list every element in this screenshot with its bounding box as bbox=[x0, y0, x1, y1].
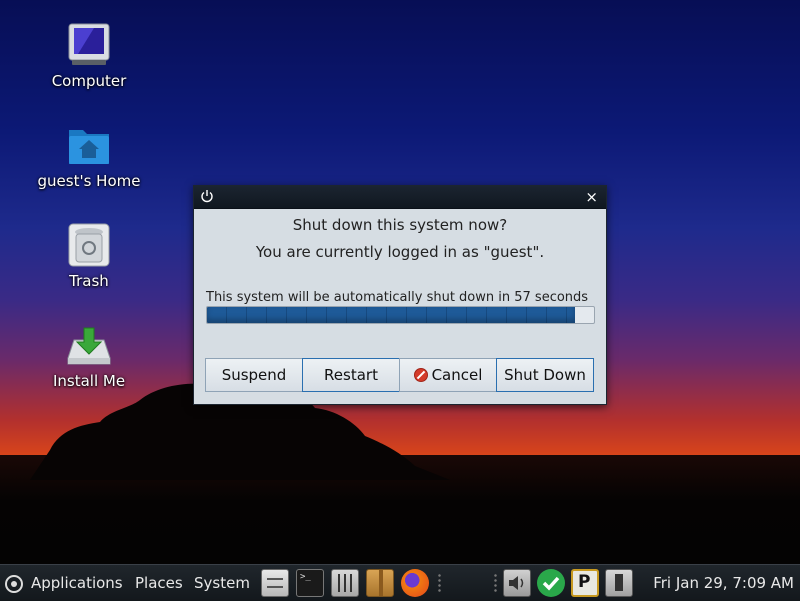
menu-logo-icon[interactable] bbox=[4, 574, 24, 594]
desktop-icon-trash[interactable]: Trash bbox=[19, 222, 159, 290]
shutdown-button[interactable]: Shut Down bbox=[496, 358, 594, 392]
panel-clock[interactable]: Fri Jan 29, 7:09 AM bbox=[653, 574, 794, 592]
file-manager-icon[interactable] bbox=[261, 569, 289, 597]
applications-menu[interactable]: Applications bbox=[31, 574, 123, 592]
home-folder-icon bbox=[66, 122, 112, 168]
power-icon bbox=[201, 190, 213, 203]
update-check-icon[interactable] bbox=[537, 569, 565, 597]
countdown-message: This system will be automatically shut d… bbox=[206, 290, 589, 305]
dialog-titlebar[interactable]: × bbox=[194, 186, 606, 209]
restart-button-label: Restart bbox=[324, 366, 378, 384]
terminal-icon[interactable]: >_ bbox=[296, 569, 324, 597]
desktop-icon-label: Computer bbox=[51, 72, 127, 90]
bottom-panel: Applications Places System >_ P Fri Jan … bbox=[0, 564, 800, 601]
volume-icon[interactable] bbox=[503, 569, 531, 597]
progress-fill bbox=[207, 307, 575, 323]
parcellite-icon[interactable]: P bbox=[571, 569, 599, 597]
desktop-icon-computer[interactable]: Computer bbox=[19, 22, 159, 90]
system-menu[interactable]: System bbox=[194, 574, 250, 592]
dialog-subheading: You are currently logged in as "guest". bbox=[255, 243, 545, 261]
shutdown-button-label: Shut Down bbox=[504, 366, 586, 384]
dialog-heading: Shut down this system now? bbox=[292, 216, 508, 234]
suspend-button-label: Suspend bbox=[221, 366, 287, 384]
archive-icon[interactable] bbox=[366, 569, 394, 597]
shutdown-dialog: × Shut down this system now? You are cur… bbox=[193, 185, 607, 405]
desktop-icon-install[interactable]: Install Me bbox=[19, 322, 159, 390]
panel-separator bbox=[438, 573, 441, 593]
trash-icon bbox=[66, 222, 112, 268]
firefox-icon[interactable] bbox=[401, 569, 429, 597]
computer-icon bbox=[66, 22, 112, 68]
desktop-icon-label: Install Me bbox=[52, 372, 126, 390]
desktop-icon-label: guest's Home bbox=[37, 172, 141, 190]
close-icon[interactable]: × bbox=[585, 187, 598, 207]
install-icon bbox=[66, 322, 112, 368]
dialog-button-row: Suspend Restart Cancel Shut Down bbox=[205, 358, 595, 392]
battery-icon[interactable] bbox=[605, 569, 633, 597]
cancel-button[interactable]: Cancel bbox=[399, 358, 497, 392]
desktop-icon-label: Trash bbox=[69, 272, 109, 290]
desktop-icon-home[interactable]: guest's Home bbox=[19, 122, 159, 190]
panel-separator bbox=[494, 573, 497, 593]
countdown-progress-bar bbox=[206, 306, 595, 324]
settings-mixer-icon[interactable] bbox=[331, 569, 359, 597]
cancel-button-label: Cancel bbox=[431, 366, 483, 384]
cancel-icon bbox=[413, 368, 428, 382]
suspend-button[interactable]: Suspend bbox=[205, 358, 303, 392]
places-menu[interactable]: Places bbox=[135, 574, 183, 592]
restart-button[interactable]: Restart bbox=[302, 358, 400, 392]
